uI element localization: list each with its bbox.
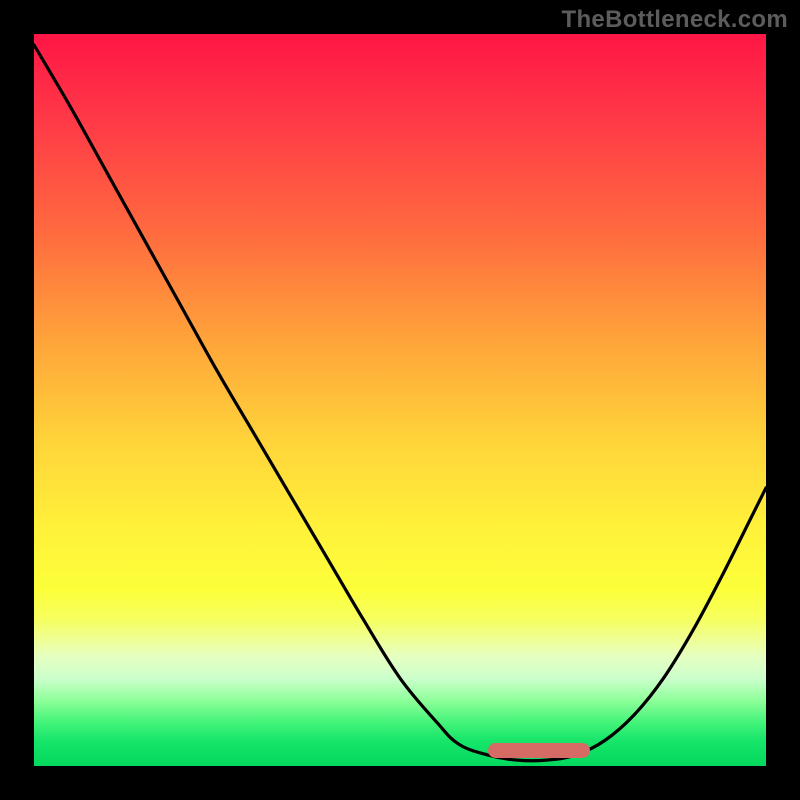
plot-area	[34, 34, 766, 766]
watermark-text: TheBottleneck.com	[562, 6, 788, 34]
bottleneck-curve	[34, 34, 766, 766]
optimum-range-marker	[488, 743, 590, 758]
chart-frame: { "watermark": "TheBottleneck.com", "col…	[0, 0, 800, 800]
curve-path	[34, 45, 766, 761]
